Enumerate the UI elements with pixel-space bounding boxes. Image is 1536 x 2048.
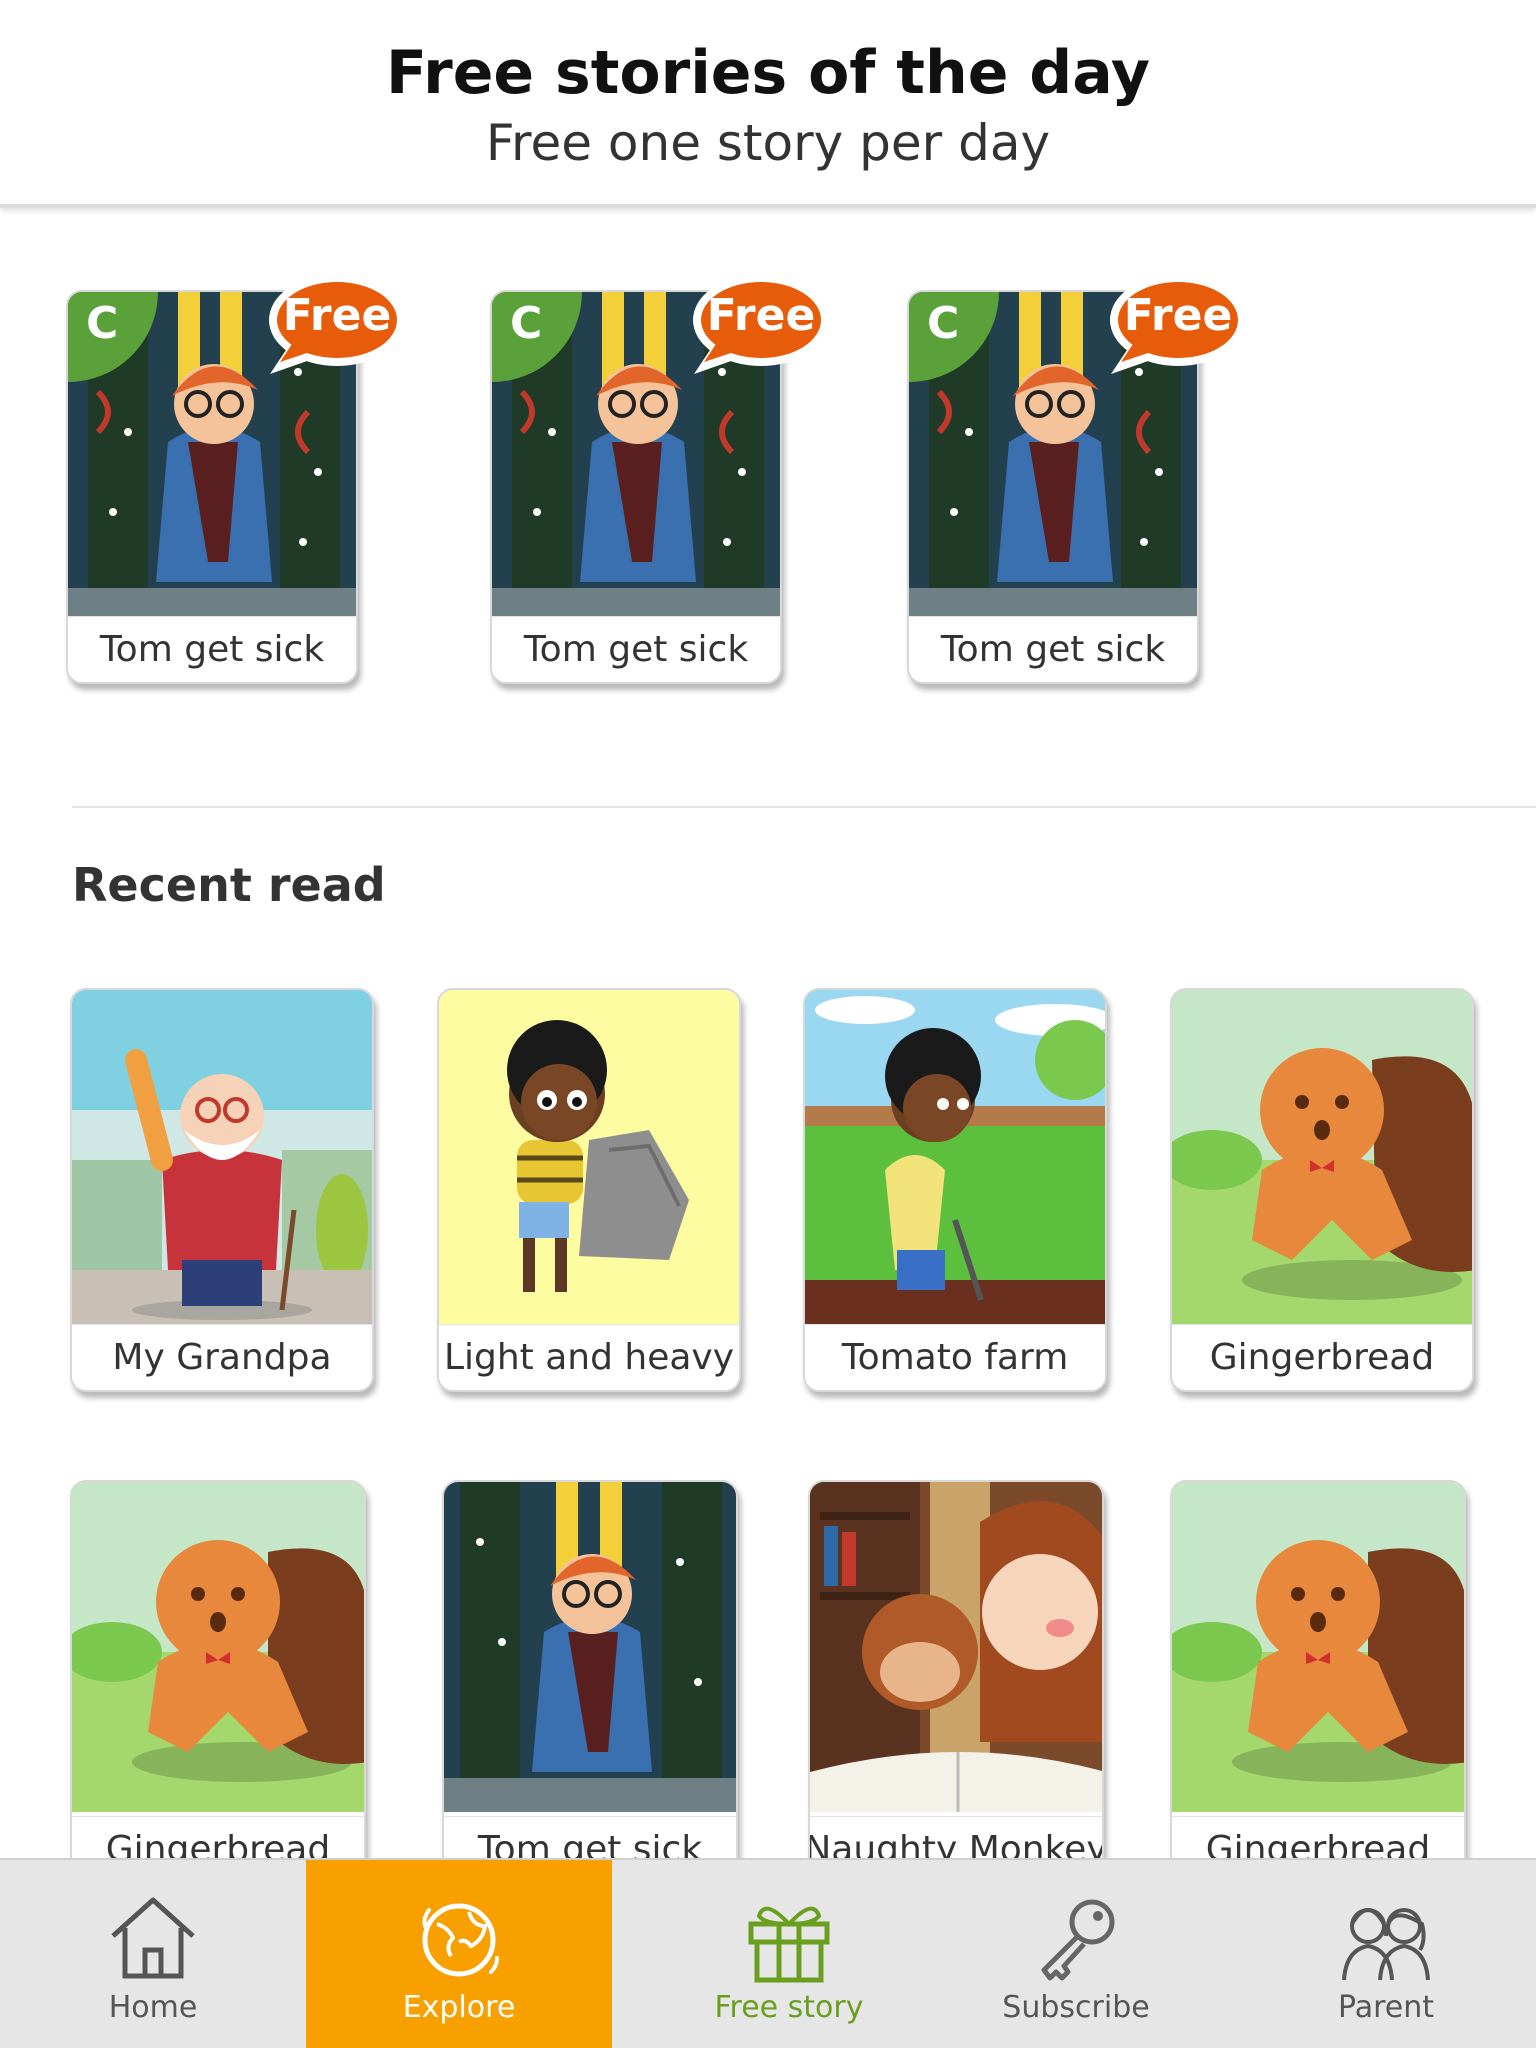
page-subtitle: Free one story per day [485, 114, 1051, 172]
tab-explore[interactable]: Explore [306, 1860, 612, 2048]
free-badge: Free [690, 270, 832, 378]
globe-icon [422, 1903, 499, 1977]
recent-story-card[interactable]: Tomato farm [803, 988, 1107, 1392]
story-cover-image [444, 1482, 736, 1812]
tab-free-story[interactable]: Free story [612, 1860, 966, 2048]
story-cover-image [810, 1482, 1102, 1812]
story-cover-image [439, 990, 739, 1328]
tab-subscribe[interactable]: Subscribe [966, 1860, 1186, 2048]
recent-read-heading: Recent read [72, 858, 386, 912]
story-title: My Grandpa [72, 1324, 372, 1390]
recent-story-card[interactable]: Naughty Monkey [808, 1480, 1104, 1884]
page-header: Free stories of the day Free one story p… [0, 0, 1536, 208]
recent-story-card[interactable]: Gingerbread [1170, 1480, 1466, 1884]
recent-story-card[interactable]: Tom get sick [442, 1480, 738, 1884]
story-title: Gingerbread [1172, 1324, 1472, 1390]
story-cover-image [72, 1482, 364, 1812]
recent-story-card[interactable]: Gingerbread [70, 1480, 366, 1884]
story-cover-image [72, 990, 372, 1328]
story-title: Tom get sick [492, 616, 780, 682]
tab-label: Free story [714, 1990, 864, 2025]
tab-home[interactable]: Home [0, 1860, 306, 2048]
key-icon [1041, 1899, 1115, 1981]
parents-icon [1342, 1908, 1430, 1981]
story-cover-image [1172, 990, 1472, 1328]
tab-label: Explore [402, 1990, 516, 2025]
story-cover-image [1172, 1482, 1464, 1812]
free-badge: Free [266, 270, 408, 378]
bottom-tab-bar: Home Explore Free story Subscribe Parent [0, 1858, 1536, 2048]
tab-label: Home [108, 1990, 198, 2025]
recent-story-card[interactable]: My Grandpa [70, 988, 374, 1392]
gift-icon [748, 1906, 830, 1983]
tab-label: Parent [1337, 1990, 1435, 2025]
story-title: Tomato farm [805, 1324, 1105, 1390]
tab-parent[interactable]: Parent [1236, 1860, 1536, 2048]
house-icon [111, 1897, 195, 1979]
story-title: Tom get sick [909, 616, 1197, 682]
recent-story-card[interactable]: Light and heavy [437, 988, 741, 1392]
page-title: Free stories of the day [386, 38, 1150, 108]
story-cover-image [805, 990, 1105, 1328]
story-title: Light and heavy [439, 1324, 739, 1390]
recent-story-card[interactable]: Gingerbread [1170, 988, 1474, 1392]
section-divider [72, 806, 1536, 808]
tab-label: Subscribe [1002, 1990, 1150, 2025]
free-badge: Free [1107, 270, 1249, 378]
story-title: Tom get sick [68, 616, 356, 682]
